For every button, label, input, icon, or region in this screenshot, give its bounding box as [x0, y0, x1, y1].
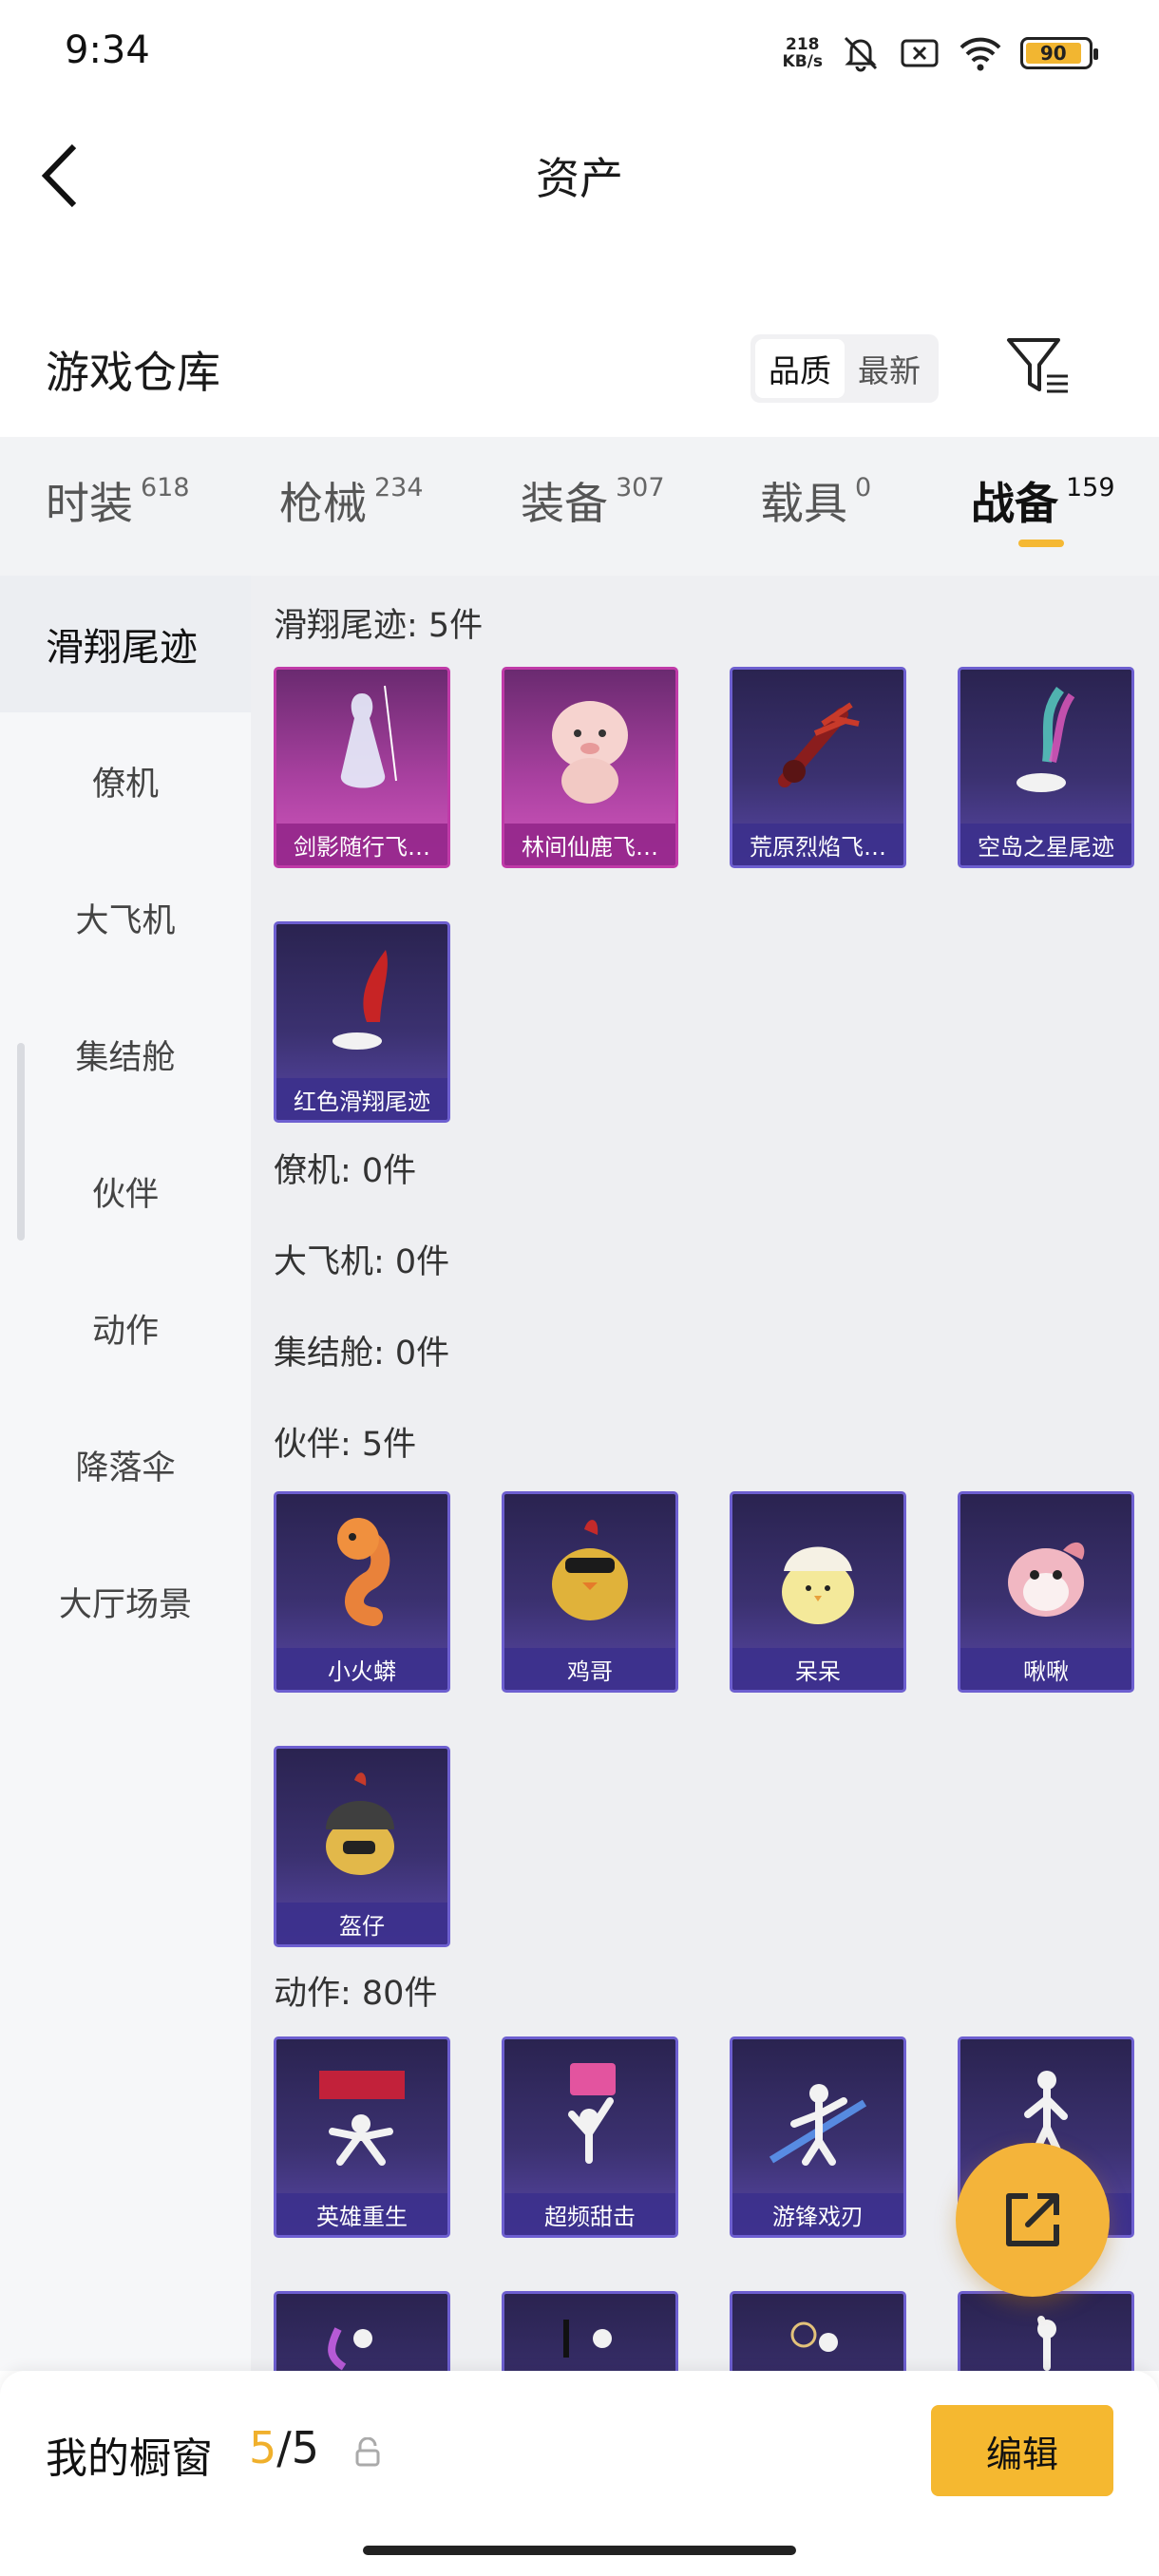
group-title-pod: 集结舱: 0件 — [274, 1335, 450, 1373]
item-image — [276, 2294, 447, 2371]
group-title-glide: 滑翔尾迹: 5件 — [274, 607, 484, 645]
item-card[interactable]: 超频甜击 — [502, 2036, 678, 2238]
item-card[interactable]: 盔仔 — [274, 1746, 450, 1947]
sidebar-item-partner[interactable]: 伙伴 — [0, 1123, 251, 1260]
sidebar-scrollbar[interactable] — [17, 1043, 25, 1241]
tab-fashion[interactable]: 时装 618 — [46, 469, 190, 532]
item-list: 滑翔尾迹: 5件 剑影随行飞… 林间仙鹿飞… 荒原烈焰飞… 空岛之星尾迹 红色滑… — [251, 576, 1159, 2371]
item-image — [960, 670, 1131, 825]
item-image — [504, 1494, 675, 1650]
item-image — [276, 1749, 447, 1904]
item-card[interactable]: 荒原烈焰飞… — [730, 667, 906, 868]
item-image — [504, 2294, 675, 2371]
sidebar-item-glide-trail[interactable]: 滑翔尾迹 — [0, 576, 251, 712]
sidebar-item-parachute[interactable]: 降落伞 — [0, 1396, 251, 1533]
item-card[interactable]: 呆呆 — [730, 1491, 906, 1693]
battery-indicator: 90 — [1020, 37, 1098, 69]
edit-button[interactable]: 编辑 — [931, 2405, 1113, 2496]
sort-quality-option[interactable]: 品质 — [755, 339, 845, 398]
active-tab-indicator — [1018, 540, 1064, 547]
filter-button[interactable] — [1005, 334, 1072, 397]
item-image — [276, 670, 447, 825]
item-card[interactable] — [502, 2291, 678, 2371]
item-card[interactable]: 英雄重生 — [274, 2036, 450, 2238]
item-image — [276, 1494, 447, 1650]
tab-vehicles[interactable]: 载具 0 — [760, 469, 871, 532]
item-card[interactable]: 啾啾 — [958, 1491, 1134, 1693]
item-image — [732, 670, 903, 825]
item-card[interactable]: 游锋戏刃 — [730, 2036, 906, 2238]
tab-equipment[interactable]: 装备 307 — [521, 469, 665, 532]
wifi-icon — [960, 37, 1001, 71]
sidebar-item-wingman[interactable]: 僚机 — [0, 712, 251, 849]
item-card[interactable] — [730, 2291, 906, 2371]
item-image — [276, 2039, 447, 2195]
item-card[interactable]: 小火蟒 — [274, 1491, 450, 1693]
item-card[interactable]: 空岛之星尾迹 — [958, 667, 1134, 868]
sort-latest-option[interactable]: 最新 — [845, 339, 934, 398]
showcase-label: 我的橱窗 — [46, 2434, 213, 2483]
item-image — [504, 670, 675, 825]
share-button[interactable] — [956, 2143, 1110, 2297]
item-image — [732, 2294, 903, 2371]
group-title-wingman: 僚机: 0件 — [274, 1152, 417, 1190]
status-bar: 9:34 218 KB/s 90 — [0, 0, 1159, 104]
sidebar-item-plane[interactable]: 大飞机 — [0, 849, 251, 986]
tab-supplies[interactable]: 战备 159 — [971, 469, 1115, 532]
lock-icon — [355, 2437, 380, 2467]
item-image — [276, 924, 447, 1080]
item-image — [732, 1494, 903, 1650]
item-image — [732, 2039, 903, 2195]
sort-toggle: 品质 最新 — [750, 334, 939, 403]
group-title-plane: 大飞机: 0件 — [274, 1243, 450, 1281]
item-card[interactable]: 剑影随行飞… — [274, 667, 450, 868]
group-title-emote: 动作: 80件 — [274, 1975, 438, 2013]
showcase-count: 5/5 — [249, 2422, 320, 2473]
net-speed: 218 KB/s — [782, 35, 823, 71]
item-card[interactable] — [958, 2291, 1134, 2371]
item-image — [960, 2294, 1131, 2371]
tab-guns[interactable]: 枪械 234 — [279, 469, 424, 532]
section-title: 游戏仓库 — [46, 347, 220, 398]
group-title-partner: 伙伴: 5件 — [274, 1426, 417, 1464]
item-card[interactable]: 红色滑翔尾迹 — [274, 921, 450, 1123]
item-card[interactable]: 林间仙鹿飞… — [502, 667, 678, 868]
page-title: 资产 — [536, 153, 623, 204]
sidebar-item-lobby[interactable]: 大厅场景 — [0, 1533, 251, 1670]
battery-level: 90 — [1026, 42, 1081, 65]
item-image — [504, 2039, 675, 2195]
home-indicator[interactable] — [363, 2546, 796, 2555]
sidebar-item-emote[interactable]: 动作 — [0, 1260, 251, 1396]
mute-bell-icon — [844, 36, 878, 72]
item-card[interactable] — [274, 2291, 450, 2371]
filter-icon — [1007, 338, 1068, 393]
category-tabs: 时装 618 枪械 234 装备 307 载具 0 战备 159 — [0, 437, 1159, 576]
status-icons: 218 KB/s 90 — [782, 30, 1098, 76]
no-sim-icon — [901, 39, 939, 67]
external-link-icon — [1006, 2193, 1059, 2246]
item-card[interactable]: 鸡哥 — [502, 1491, 678, 1693]
status-time: 9:34 — [65, 28, 150, 72]
sidebar-item-pod[interactable]: 集结舱 — [0, 986, 251, 1123]
item-image — [960, 1494, 1131, 1650]
sidebar: 滑翔尾迹 僚机 大飞机 集结舱 伙伴 动作 降落伞 大厅场景 — [0, 576, 251, 2371]
